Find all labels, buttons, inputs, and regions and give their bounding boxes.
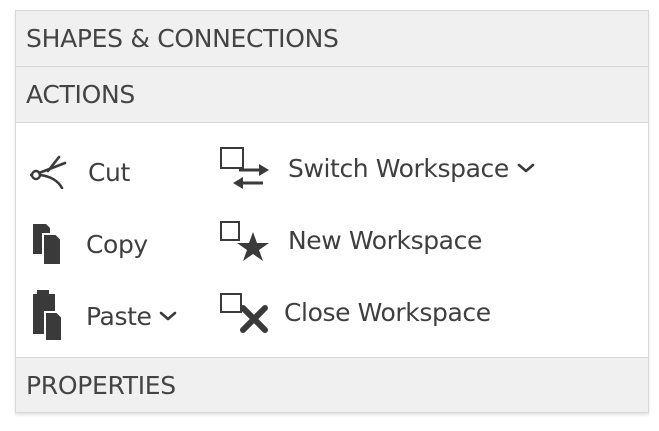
switch-workspace-button[interactable]: Switch Workspace: [218, 143, 535, 193]
switch-workspace-icon: [218, 146, 272, 190]
paste-label: Paste: [86, 301, 152, 331]
chevron-down-icon[interactable]: [517, 162, 535, 174]
close-workspace-button[interactable]: Close Workspace: [218, 287, 491, 337]
new-workspace-icon: [218, 218, 272, 262]
section-actions-label: ACTIONS: [26, 80, 135, 109]
cut-button[interactable]: Cut: [26, 147, 130, 197]
ribbon-panel: SHAPES & CONNECTIONS ACTIONS Cut Copy Pa…: [15, 10, 649, 413]
close-workspace-label: Close Workspace: [284, 297, 491, 327]
clipboard-icon: [28, 290, 68, 342]
chevron-down-icon[interactable]: [159, 310, 177, 322]
scissors-icon: [26, 155, 70, 189]
section-shapes-connections[interactable]: SHAPES & CONNECTIONS: [16, 11, 648, 67]
section-shapes-label: SHAPES & CONNECTIONS: [26, 24, 339, 53]
copy-icon: [28, 222, 68, 266]
switch-workspace-label: Switch Workspace: [288, 153, 509, 183]
section-properties-label: PROPERTIES: [26, 370, 176, 400]
close-workspace-icon: [218, 290, 272, 334]
section-properties[interactable]: PROPERTIES: [16, 357, 648, 412]
copy-label: Copy: [86, 229, 148, 259]
paste-button[interactable]: Paste: [28, 290, 177, 342]
new-workspace-label: New Workspace: [288, 225, 482, 255]
actions-body: Cut Copy Paste Switch Workspace New Work…: [16, 123, 648, 357]
new-workspace-button[interactable]: New Workspace: [218, 215, 482, 265]
cut-label: Cut: [88, 157, 130, 187]
copy-button[interactable]: Copy: [28, 219, 148, 269]
section-actions[interactable]: ACTIONS: [16, 67, 648, 123]
